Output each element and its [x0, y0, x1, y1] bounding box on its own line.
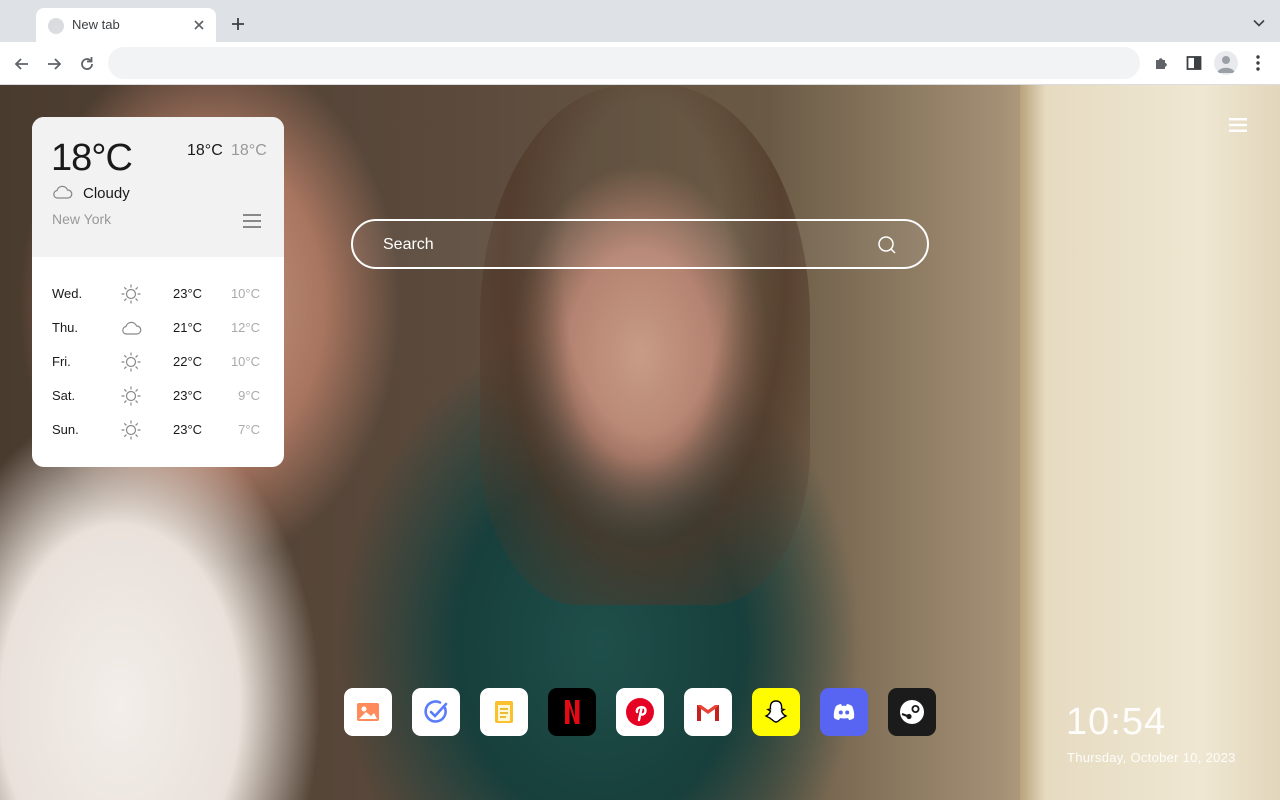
person-icon: [1217, 56, 1235, 73]
sun-icon: [121, 284, 141, 304]
tab-title: New tab: [72, 17, 120, 32]
forecast-day: Wed.: [52, 286, 83, 301]
check-circle-icon: [424, 700, 448, 723]
forecast-low: 12°C: [230, 320, 260, 335]
app-pinterest[interactable]: [616, 688, 664, 736]
forecast-row: Wed. 23°C 10°C: [32, 277, 284, 311]
back-icon[interactable]: [12, 54, 32, 74]
current-temperature: 18°C: [51, 137, 133, 179]
sun-icon: [121, 352, 141, 372]
forecast-low: 7°C: [238, 422, 260, 437]
tab-strip: New tab: [0, 0, 1280, 42]
extensions-icon[interactable]: [1152, 53, 1172, 73]
weather-widget[interactable]: 18°C 18°C 18°C Cloudy New York Wed. 23°C…: [32, 117, 284, 467]
snapchat-icon: [764, 700, 788, 723]
forecast-row: Fri. 22°C 10°C: [32, 345, 284, 379]
side-panel-icon[interactable]: [1184, 53, 1204, 73]
pinterest-icon: [626, 698, 654, 726]
forecast-day: Fri.: [52, 354, 71, 369]
low-temperature: 18°C: [231, 142, 267, 159]
forecast-high: 23°C: [173, 388, 203, 403]
sun-icon: [121, 420, 141, 440]
reload-icon[interactable]: [77, 54, 97, 74]
app-netflix[interactable]: [548, 688, 596, 736]
tab-favicon-icon: [48, 18, 64, 34]
clock-time: 10:54: [1066, 701, 1167, 743]
chevron-down-icon[interactable]: [1252, 16, 1266, 30]
forecast-high: 21°C: [173, 320, 203, 335]
app-discord[interactable]: [820, 688, 868, 736]
gmail-icon: [697, 705, 719, 721]
menu-icon[interactable]: [1228, 117, 1248, 133]
browser-toolbar: [0, 42, 1280, 85]
app-dock: [344, 688, 944, 736]
forecast-day: Sat.: [52, 388, 76, 403]
notes-icon: [495, 701, 513, 723]
close-icon[interactable]: [190, 16, 208, 34]
app-snapchat[interactable]: [752, 688, 800, 736]
app-steam[interactable]: [888, 688, 936, 736]
steam-icon: [900, 700, 924, 724]
forecast-day: Sun.: [52, 422, 79, 437]
search-box[interactable]: [351, 219, 929, 269]
sun-icon: [121, 386, 141, 406]
new-tab-button[interactable]: [228, 14, 248, 34]
search-icon[interactable]: [877, 235, 897, 255]
app-tasks[interactable]: [412, 688, 460, 736]
discord-icon: [833, 704, 855, 720]
search-input[interactable]: [383, 233, 853, 257]
forecast-row: Thu. 21°C 12°C: [32, 311, 284, 345]
forecast-day: Thu.: [52, 320, 79, 335]
forward-icon[interactable]: [44, 54, 64, 74]
forecast-row: Sat. 23°C 9°C: [32, 379, 284, 413]
list-icon[interactable]: [243, 213, 261, 229]
clock-date: Thursday, October 10, 2023: [1067, 750, 1236, 765]
weather-forecast: Wed. 23°C 10°C Thu. 21°C 12°C Fri. 22°C …: [32, 277, 284, 447]
netflix-icon: [565, 700, 580, 724]
image-gallery-icon: [357, 703, 379, 721]
forecast-row: Sun. 23°C 7°C: [32, 413, 284, 447]
cloud-icon: [53, 185, 73, 199]
high-temperature: 18°C: [187, 142, 223, 159]
cloud-icon: [122, 321, 142, 335]
weather-city: New York: [52, 211, 112, 227]
app-notes[interactable]: [480, 688, 528, 736]
tab-new-tab[interactable]: New tab: [36, 8, 216, 42]
app-gallery[interactable]: [344, 688, 392, 736]
forecast-low: 9°C: [238, 388, 260, 403]
address-bar[interactable]: [108, 47, 1140, 79]
more-vert-icon[interactable]: [1248, 53, 1268, 73]
background-photo-detail: [480, 85, 810, 605]
forecast-high: 23°C: [173, 422, 203, 437]
forecast-low: 10°C: [230, 354, 260, 369]
weather-condition: Cloudy: [83, 185, 130, 202]
background-photo-door: [1020, 85, 1280, 800]
profile-avatar[interactable]: [1214, 51, 1238, 75]
new-tab-page: 18°C 18°C 18°C Cloudy New York Wed. 23°C…: [0, 85, 1280, 800]
forecast-high: 23°C: [173, 286, 203, 301]
forecast-low: 10°C: [230, 286, 260, 301]
forecast-high: 22°C: [173, 354, 203, 369]
app-gmail[interactable]: [684, 688, 732, 736]
weather-current: 18°C 18°C 18°C Cloudy New York: [32, 117, 284, 257]
